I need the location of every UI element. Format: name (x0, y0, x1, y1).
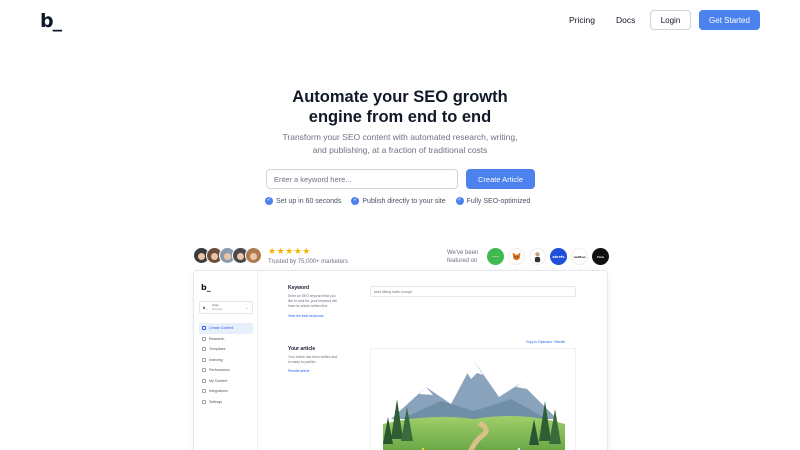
sidebar-item-templates[interactable]: Templates (199, 344, 253, 355)
top-nav: b_ Pricing Docs Login Get Started (0, 0, 800, 40)
desc-line: is ready to publish. (288, 359, 317, 364)
hero-subtitle-line: Transform your SEO content with automate… (282, 132, 518, 142)
check-icon: ✓ (351, 197, 360, 205)
keyword-heading: Keyword (288, 285, 310, 291)
svg-text:~~~: ~~~ (492, 254, 500, 259)
get-started-button[interactable]: Get Started (699, 10, 760, 30)
nav-pricing-link[interactable]: Pricing (569, 15, 595, 25)
mountain-illustration (371, 349, 575, 450)
landing-page: b_ Pricing Docs Login Get Started Automa… (0, 0, 800, 450)
bloom-logo-icon: ~~~ (487, 248, 504, 265)
login-button[interactable]: Login (650, 10, 691, 30)
gear-icon (202, 399, 206, 404)
preview-keyword-input[interactable]: best hiking trails europe (370, 286, 576, 297)
hero-title-line: engine from end to end (308, 108, 492, 126)
keyword-description: Enter an SEO keyword that you like to ra… (288, 294, 337, 308)
hero-title-line: Automate your SEO growth (292, 88, 508, 106)
search-icon (202, 336, 206, 341)
sidebar-item-label: Indexing (209, 357, 223, 362)
sidebar-item-my-content[interactable]: My Content (199, 376, 253, 387)
workspace-sub: Business (212, 308, 223, 311)
preview-main: Keyword Enter an SEO keyword that you li… (258, 271, 607, 450)
feature-item: ✓ Set up in 60 seconds (265, 196, 341, 206)
template-icon (202, 347, 206, 352)
sidebar-item-label: Templates (209, 347, 226, 352)
avatar (245, 247, 262, 264)
feature-list: ✓ Set up in 60 seconds ✓ Publish directl… (265, 196, 530, 206)
feature-label: Fully SEO-optimized (466, 197, 531, 205)
preview-logo: b_ (201, 283, 211, 292)
chart-icon (202, 368, 206, 373)
create-icon (202, 326, 206, 331)
plug-icon (202, 389, 206, 394)
index-icon (202, 357, 206, 362)
sidebar-item-label: Performance (209, 368, 230, 373)
media-logos: ~~~ ahrefs webflow Flow (487, 248, 609, 265)
folder-icon (202, 378, 206, 383)
svg-text:ahrefs: ahrefs (552, 254, 565, 259)
workspace-name: Acme (212, 304, 219, 307)
feature-label: Set up in 60 seconds (276, 197, 342, 205)
preview-sidebar: b_ b_ Acme Business ⌄ Create Content Res… (194, 271, 258, 450)
check-icon: ✓ (265, 197, 273, 205)
feature-item: ✓ Fully SEO-optimized (455, 196, 531, 206)
sidebar-item-label: Research (209, 336, 225, 341)
create-article-button[interactable]: Create Article (466, 169, 535, 189)
check-icon: ✓ (455, 197, 464, 205)
app-preview: b_ b_ Acme Business ⌄ Create Content Res… (193, 270, 608, 450)
sidebar-item-label: My Content (209, 378, 228, 383)
sidebar-item-label: Create Content (209, 326, 234, 331)
copy-to-clipboard-link[interactable]: Copy to Clipboard · Rewrite (526, 340, 565, 344)
svg-text:webflow: webflow (573, 255, 586, 259)
sidebar-item-label: Settings (209, 399, 222, 404)
sidebar-item-research[interactable]: Research (199, 334, 253, 345)
article-description: Your article has been written and is rea… (288, 355, 337, 365)
ahrefs-logo-icon: ahrefs (550, 248, 567, 265)
rating-stars: ★★★★★ (268, 246, 311, 256)
sidebar-item-integrations[interactable]: Integrations (199, 386, 253, 397)
webflow-logo-icon: webflow (571, 248, 588, 265)
keyword-input[interactable] (266, 169, 458, 189)
article-heading: Your article (288, 346, 316, 352)
brand-logo[interactable]: b_ (40, 10, 62, 32)
chevron-down-icon: ⌄ (245, 305, 249, 310)
sidebar-item-create-content[interactable]: Create Content (199, 323, 253, 334)
nav-docs-link[interactable]: Docs (616, 15, 635, 25)
person-logo-icon (529, 248, 546, 265)
svg-text:Flow: Flow (597, 255, 604, 259)
featured-on-label: We've been featured on (447, 249, 483, 265)
hero-subtitle: Transform your SEO content with automate… (260, 131, 540, 157)
feature-item: ✓ Publish directly to your site (351, 196, 446, 206)
best-keywords-link[interactable]: View the best keywords (288, 314, 324, 318)
desc-line: have its article written first. (288, 303, 328, 308)
sidebar-item-settings[interactable]: Settings (199, 397, 253, 408)
desc-line: like to rank for, your keyword will (288, 298, 337, 303)
article-hero-image (370, 348, 576, 450)
workspace-logo: b_ (203, 305, 208, 310)
sidebar-item-indexing[interactable]: Indexing (199, 355, 253, 366)
workspace-selector[interactable]: b_ Acme Business ⌄ (199, 301, 253, 314)
customer-avatars (193, 247, 262, 265)
preview-nav: Create Content Research Templates Indexi… (199, 323, 253, 407)
rewrite-article-link[interactable]: Rewrite article (288, 369, 309, 373)
hero-title: Automate your SEO growth engine from end… (250, 87, 550, 127)
hero-subtitle-line: and publishing, at a fraction of traditi… (312, 145, 488, 155)
trusted-by-text: Trusted by 75,000+ marketers (268, 259, 348, 265)
featured-line: featured on (447, 258, 478, 264)
dark-logo-icon: Flow (592, 248, 609, 265)
sidebar-item-label: Integrations (209, 389, 228, 394)
sidebar-item-performance[interactable]: Performance (199, 365, 253, 376)
fox-logo-icon (508, 248, 525, 265)
feature-label: Publish directly to your site (362, 197, 446, 205)
featured-line: We've been (447, 250, 479, 256)
